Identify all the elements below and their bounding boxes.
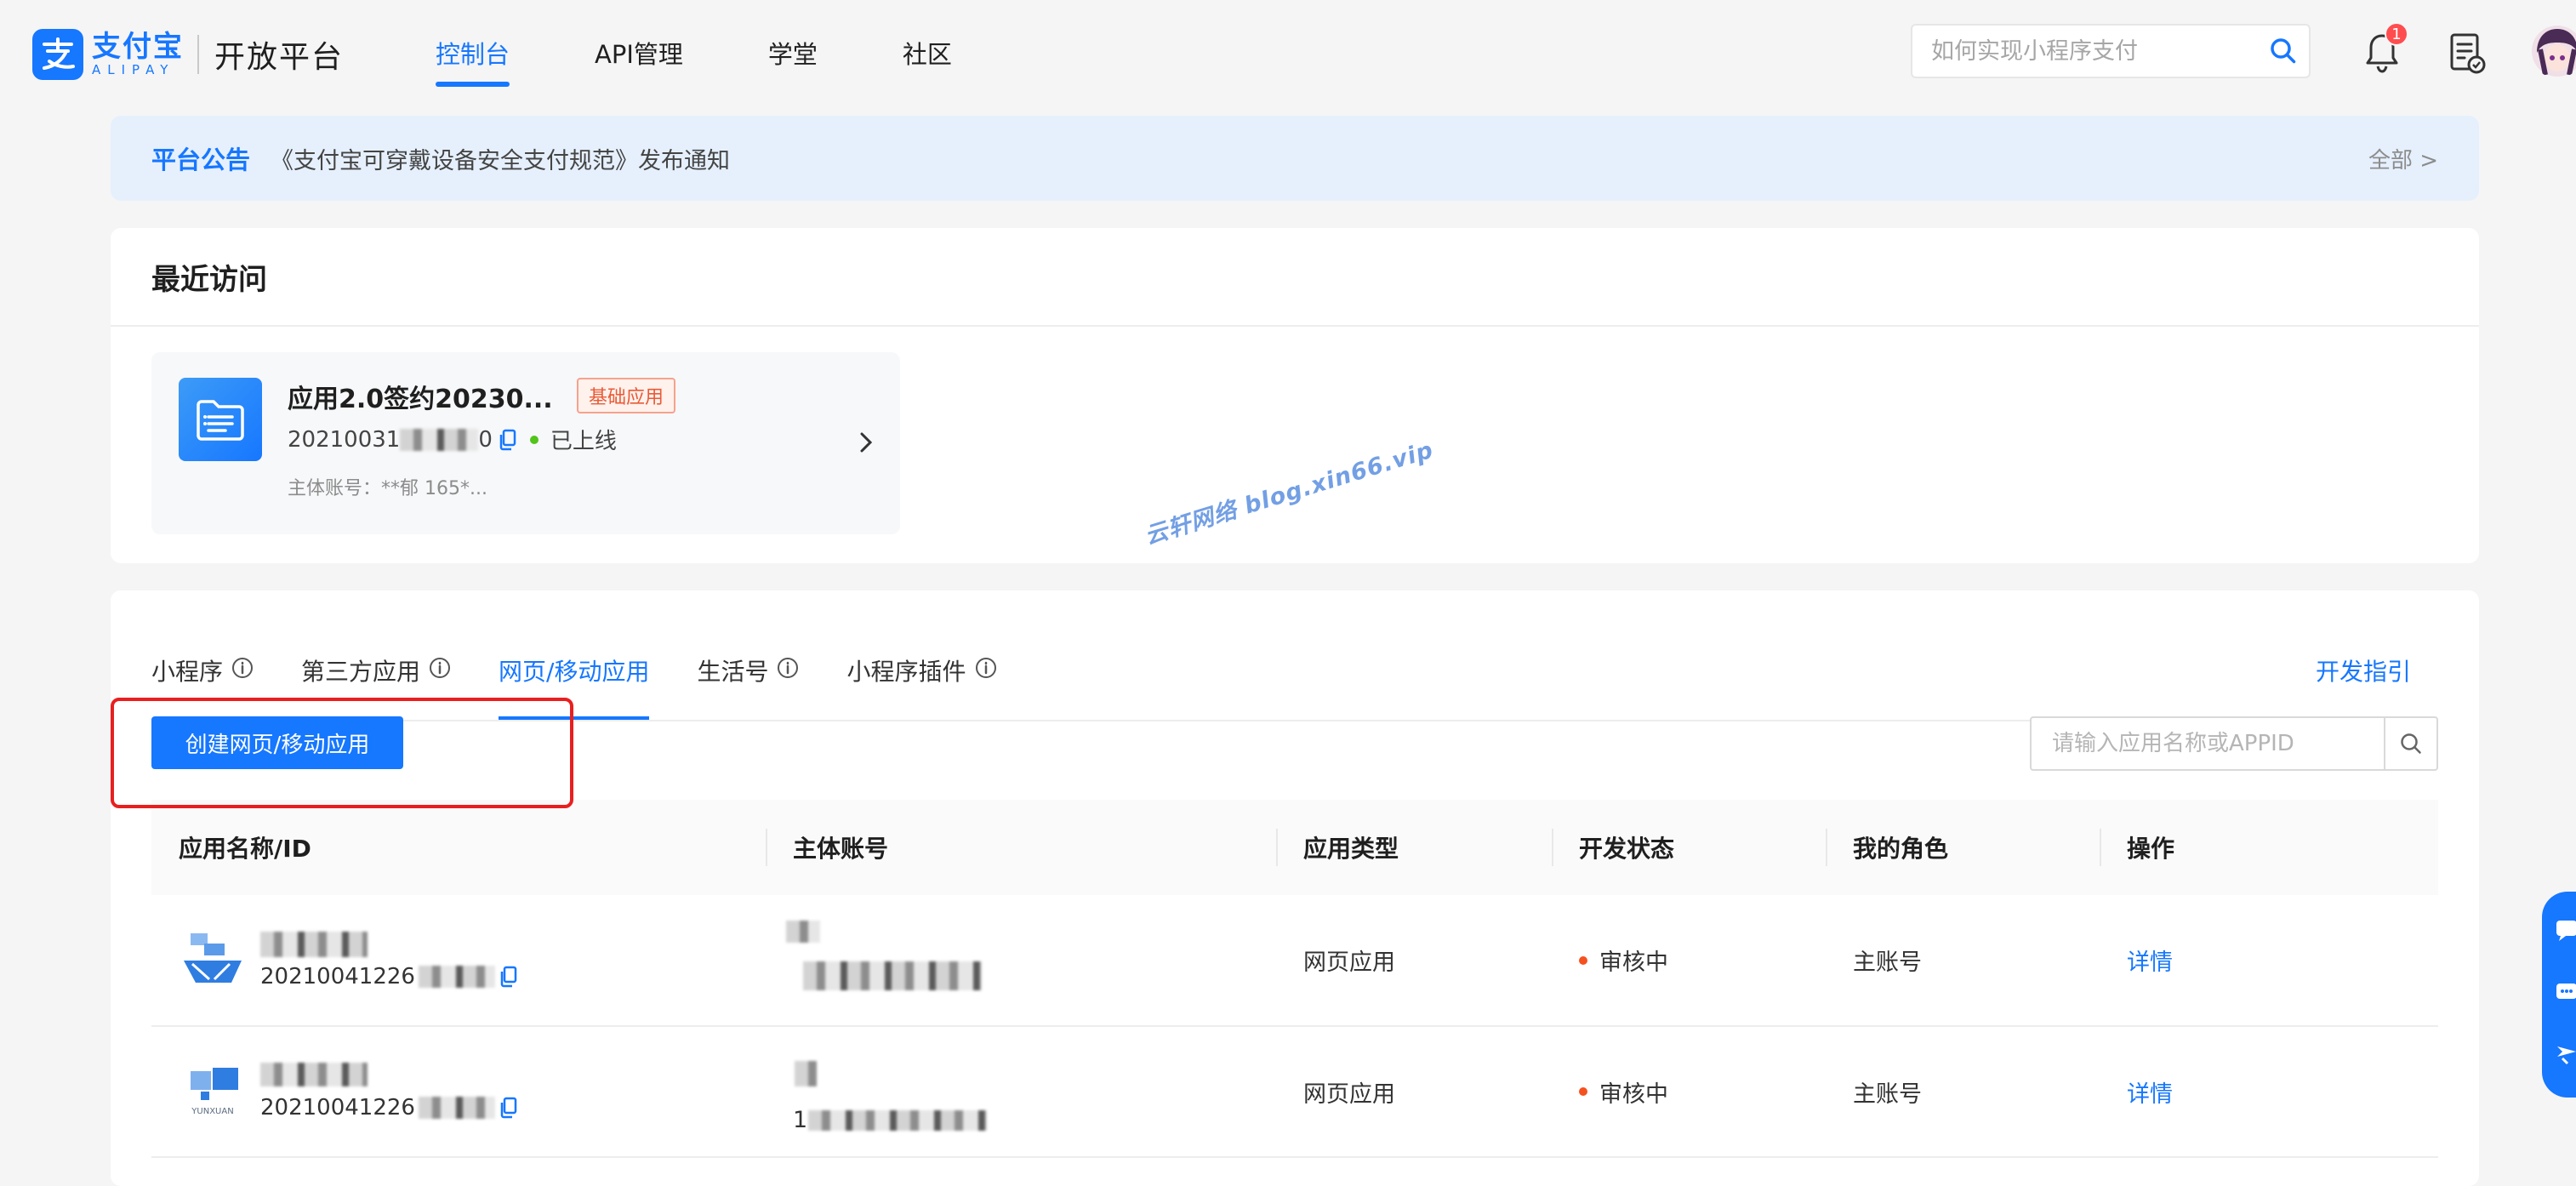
app-logo-caption: YUNXUAN <box>191 1107 233 1116</box>
apps-table: 应用名称/ID 主体账号 应用类型 开发状态 我的角色 操作 202100412… <box>151 800 2438 1158</box>
redacted-app-name <box>260 931 368 957</box>
platform-notice-bar: 平台公告 《支付宝可穿戴设备安全支付规范》发布通知 全部 > <box>111 116 2479 201</box>
recent-app-id: 20210031 0 已上线 <box>288 424 617 455</box>
column-header: 操作 <box>2100 800 2438 895</box>
app-type-cell: 网页应用 <box>1276 895 1552 1027</box>
platform-title: 开放平台 <box>214 40 345 75</box>
nav-community[interactable]: 社区 <box>903 0 952 105</box>
info-icon[interactable] <box>231 657 254 685</box>
review-status-dot <box>1579 955 1587 965</box>
bell-icon[interactable]: 1 <box>2362 22 2408 77</box>
tab-life-account[interactable]: 生活号 <box>697 621 799 720</box>
dev-guide-link[interactable]: 开发指引 <box>2316 638 2411 703</box>
details-link[interactable]: 详情 <box>2127 949 2173 976</box>
app-id-text: 20210041226 <box>260 963 415 989</box>
redacted-id-mosaic <box>418 1097 495 1119</box>
owner-prefix: 1 <box>793 1107 808 1133</box>
global-search-input[interactable] <box>1912 26 2258 77</box>
app-folder-icon <box>179 378 262 461</box>
column-header: 我的角色 <box>1826 800 2100 895</box>
redacted-owner-mosaic <box>786 921 820 943</box>
dev-status-text: 审核中 <box>1599 1081 1668 1108</box>
search-icon[interactable] <box>2258 26 2309 77</box>
redacted-owner-mosaic <box>803 961 982 990</box>
alipay-logo-icon <box>32 29 83 80</box>
app-logo-icon: YUNXUAN <box>179 1058 247 1126</box>
copy-icon[interactable] <box>498 429 516 451</box>
floating-help-bar <box>2542 892 2576 1098</box>
chevron-right-icon[interactable] <box>858 430 875 458</box>
alipay-logo[interactable]: 支付宝 ALIPAY 开放平台 <box>32 29 344 80</box>
global-search <box>1911 24 2311 78</box>
annotation-highlight-box <box>111 698 573 808</box>
app-id-text: 20210041226 <box>260 1095 415 1120</box>
table-header-row: 应用名称/ID 主体账号 应用类型 开发状态 我的角色 操作 <box>151 800 2438 895</box>
search-icon[interactable] <box>2384 718 2436 769</box>
app-type-tag: 基础应用 <box>577 378 676 413</box>
tab-label: 小程序 <box>151 658 224 686</box>
tab-label: 网页/移动应用 <box>499 658 650 686</box>
tab-mini-program-plugin[interactable]: 小程序插件 <box>846 621 996 720</box>
redacted-id-mosaic <box>418 965 495 988</box>
redacted-owner-mosaic <box>795 1061 817 1086</box>
info-icon[interactable] <box>429 657 451 685</box>
info-icon[interactable] <box>975 657 997 685</box>
avatar[interactable] <box>2532 24 2576 78</box>
info-icon[interactable] <box>777 657 799 685</box>
app-type-cell: 网页应用 <box>1276 1026 1552 1158</box>
nav-console[interactable]: 控制台 <box>436 0 510 105</box>
logo-en-text: ALIPAY <box>92 62 175 77</box>
notification-badge: 1 <box>2385 22 2408 46</box>
table-row: YUNXUAN 20210041226 1 网页应用 审核中 主账号 详情 <box>151 1026 2438 1158</box>
details-link[interactable]: 详情 <box>2127 1081 2173 1108</box>
apps-panel: 小程序 第三方应用 网页/移动应用 生活号 小程序插件 开发指引 创建网页/移动… <box>111 590 2479 1186</box>
chat-icon[interactable] <box>2554 917 2576 946</box>
recent-app-name: 应用2.0签约20230... <box>288 385 553 414</box>
recent-app-owner: 主体账号：**郁 165*... <box>288 478 487 499</box>
app-search-input[interactable] <box>2032 718 2384 769</box>
app-ship-icon <box>179 927 247 995</box>
redacted-owner-mosaic <box>808 1110 987 1131</box>
table-row: 20210041226 网页应用 审核中 主账号 详情 <box>151 895 2438 1027</box>
column-header: 应用名称/ID <box>151 800 766 895</box>
role-cell: 主账号 <box>1826 1026 2100 1158</box>
logo-cn-text: 支付宝 <box>92 30 184 64</box>
recent-app-card[interactable]: 应用2.0签约20230... 基础应用 20210031 0 已上线 主体账号… <box>151 352 900 534</box>
logo-divider <box>197 35 199 74</box>
column-header: 应用类型 <box>1276 800 1552 895</box>
redacted-id-mosaic <box>400 428 479 451</box>
feedback-icon[interactable] <box>2554 1041 2576 1070</box>
recent-app-id-text: 20210031 <box>288 426 401 453</box>
tab-label: 小程序插件 <box>846 658 966 686</box>
recent-visits-title: 最近访问 <box>111 228 2479 327</box>
role-cell: 主账号 <box>1826 895 2100 1027</box>
document-check-icon[interactable] <box>2445 29 2489 77</box>
nav-api-management[interactable]: API管理 <box>595 0 683 105</box>
app-search <box>2030 716 2438 771</box>
copy-icon[interactable] <box>499 966 517 988</box>
copy-icon[interactable] <box>499 1097 517 1119</box>
online-status-dot <box>529 435 539 444</box>
message-icon[interactable] <box>2554 980 2576 1009</box>
top-navigation-bar: 支付宝 ALIPAY 开放平台 控制台 API管理 学堂 社区 1 <box>0 0 2576 105</box>
main-nav: 控制台 API管理 学堂 社区 <box>436 0 1037 105</box>
column-header: 主体账号 <box>766 800 1276 895</box>
notice-link[interactable]: 《支付宝可穿戴设备安全支付规范》发布通知 <box>271 142 730 175</box>
notice-title: 平台公告 <box>151 145 251 174</box>
tab-label: 第三方应用 <box>301 658 421 686</box>
review-status-dot <box>1579 1087 1587 1096</box>
dev-status-text: 审核中 <box>1599 949 1668 976</box>
tab-label: 生活号 <box>697 658 769 686</box>
notice-view-all-link[interactable]: 全部 > <box>2368 143 2438 174</box>
recent-visits-card: 最近访问 应用2.0签约20230... 基础应用 20210031 0 已上线… <box>111 228 2479 563</box>
redacted-app-name <box>260 1063 368 1086</box>
nav-academy[interactable]: 学堂 <box>768 0 818 105</box>
recent-app-status: 已上线 <box>550 429 617 454</box>
column-header: 开发状态 <box>1552 800 1826 895</box>
recent-app-id-tail: 0 <box>478 426 493 453</box>
